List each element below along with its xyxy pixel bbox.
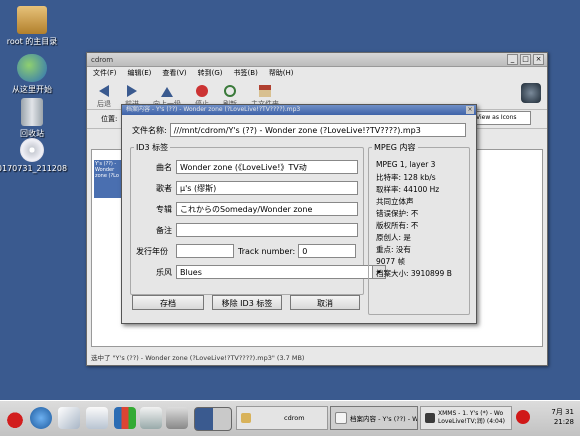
artist-label: 歌者	[156, 183, 172, 193]
view-mode-select[interactable]: View as Icons	[472, 111, 531, 125]
redhat-menu-icon[interactable]	[4, 407, 26, 429]
location-label: 位置:	[101, 115, 118, 123]
year-label: 发行年份	[136, 246, 168, 256]
dialog-title: 档案内容 - Y's (??) - Wonder zone (?LoveLive…	[126, 106, 301, 113]
browser-icon[interactable]	[30, 407, 52, 429]
save-button[interactable]: 存档	[132, 295, 204, 310]
dialog-close-button[interactable]: ×	[466, 106, 474, 114]
menu-bar: 文件(F) 编辑(E) 查看(V) 转到(G) 书签(B) 帮助(H)	[87, 67, 547, 79]
back-label: 后退	[97, 100, 111, 108]
year-field[interactable]	[176, 244, 234, 258]
comment-field[interactable]	[176, 223, 358, 237]
track-field[interactable]: 0	[298, 244, 357, 258]
calc-icon[interactable]	[114, 407, 136, 429]
title-label: 曲名	[156, 162, 172, 172]
id3-group-label: ID3 标签	[134, 142, 171, 153]
properties-dialog[interactable]: 档案内容 - Y's (??) - Wonder zone (?LoveLive…	[121, 104, 477, 324]
clock[interactable]: 7月 31 21:28	[551, 407, 574, 427]
back-arrow-icon	[99, 85, 109, 97]
alert-icon[interactable]	[516, 410, 530, 424]
throbber-icon	[521, 83, 541, 103]
mpeg-info-line: MPEG 1, layer 3	[376, 160, 436, 169]
up-arrow-icon	[161, 87, 173, 97]
album-field[interactable]: これからのSomeday/Wonder zone	[176, 202, 358, 216]
menu-help[interactable]: 帮助(H)	[269, 68, 294, 78]
menu-go[interactable]: 转到(G)	[198, 68, 223, 78]
status-bar: 选中了 "Y's (??) - Wonder zone (?LoveLive!?…	[91, 354, 305, 362]
cdrom-icon	[20, 138, 44, 162]
task-label: cdrom	[284, 414, 305, 422]
desktop-icon-trash[interactable]: 回收站	[0, 98, 72, 139]
mpeg-info-line: 9077 帧	[376, 257, 405, 266]
trash-icon	[21, 98, 43, 126]
mpeg-info-line: 档案大小: 3910899 B	[376, 269, 452, 278]
mpeg-info-line: 取样率: 44100 Hz	[376, 185, 440, 194]
menu-file[interactable]: 文件(F)	[93, 68, 117, 78]
menu-bookmarks[interactable]: 书签(B)	[234, 68, 258, 78]
desktop-icon-label: root 的主目录	[6, 37, 58, 46]
folder-icon	[241, 413, 251, 423]
comment-label: 备注	[156, 225, 172, 235]
filename-field[interactable]: ///mnt/cdrom/Y's (??) - Wonder zone (?Lo…	[169, 123, 466, 137]
reload-icon	[224, 85, 236, 97]
menu-view[interactable]: 查看(V)	[162, 68, 186, 78]
mpeg-info-line: 比特率: 128 kb/s	[376, 173, 436, 182]
file-item-label: Y's (??) - Wonder zone (?Lo	[95, 161, 119, 179]
desktop-icon-start-here[interactable]: 从这里开始	[0, 54, 72, 95]
cancel-button[interactable]: 取消	[290, 295, 360, 310]
home-folder-icon	[17, 6, 47, 34]
dialog-titlebar[interactable]: 档案内容 - Y's (??) - Wonder zone (?LoveLive…	[122, 105, 476, 115]
forward-arrow-icon	[127, 85, 137, 97]
task-label: 档案内容 - Y's (??) - W	[350, 415, 418, 423]
task-button-cdrom[interactable]: cdrom	[236, 406, 328, 430]
mail-icon[interactable]	[58, 407, 80, 429]
artist-field[interactable]: μ's (缪斯)	[176, 181, 358, 195]
mpeg-info-line: 重点: 没有	[376, 245, 411, 254]
start-here-icon	[17, 54, 47, 82]
clock-time: 21:28	[553, 418, 574, 426]
home-icon	[259, 85, 271, 97]
mpeg-info-line: 原创人: 是	[376, 233, 411, 242]
desktop-icon-label: 从这里开始	[12, 85, 52, 94]
desktop-icon-cdrom[interactable]: 0170731_211208	[0, 138, 72, 173]
album-label: 专辑	[156, 204, 172, 214]
menu-edit[interactable]: 编辑(E)	[128, 68, 152, 78]
mpeg-group-label: MPEG 内容	[372, 142, 418, 153]
close-button[interactable]: ×	[533, 54, 544, 65]
title-field[interactable]: Wonder zone (《LoveLive!》TV动	[176, 160, 358, 174]
desktop-icon-label: 0170731_211208	[0, 164, 68, 173]
task-button-xmms[interactable]: XMMS - 1. Y's (*) - Wo LoveLive!TV;润) (4…	[420, 406, 512, 430]
printer-icon[interactable]	[166, 407, 188, 429]
minimize-button[interactable]: _	[507, 54, 518, 65]
mpeg-info-line: 错误保护: 不	[376, 209, 419, 218]
mpeg-info-line: 版权所有: 不	[376, 221, 419, 230]
stop-icon	[196, 85, 208, 97]
genre-label: 乐风	[156, 267, 172, 277]
clock-date: 7月 31	[551, 408, 574, 416]
task-label: XMMS - 1. Y's (*) - Wo LoveLive!TV;润) (4…	[438, 410, 506, 425]
maximize-button[interactable]: □	[520, 54, 531, 65]
impress-icon[interactable]	[140, 407, 162, 429]
xmms-icon	[425, 413, 435, 423]
taskbar: cdrom 档案内容 - Y's (??) - W XMMS - 1. Y's …	[0, 400, 580, 436]
task-button-properties[interactable]: 档案内容 - Y's (??) - W	[330, 406, 418, 430]
window-titlebar[interactable]: cdrom _ □ ×	[87, 53, 547, 67]
workspace-switcher-icon[interactable]	[194, 407, 232, 431]
genre-value: Blues	[180, 268, 202, 277]
track-label: Track number:	[238, 246, 296, 256]
desktop-icon-home[interactable]: root 的主目录	[0, 6, 72, 47]
remove-id3-button[interactable]: 移除 ID3 标签	[212, 295, 282, 310]
back-button[interactable]: 后退	[97, 85, 111, 109]
document-icon	[335, 412, 347, 424]
writer-icon[interactable]	[86, 407, 108, 429]
mpeg-info-line: 共同立体声	[376, 197, 414, 206]
genre-select[interactable]: Blues ▾	[176, 265, 386, 279]
window-title: cdrom	[91, 55, 114, 64]
filename-label: 文件名称:	[132, 125, 167, 135]
